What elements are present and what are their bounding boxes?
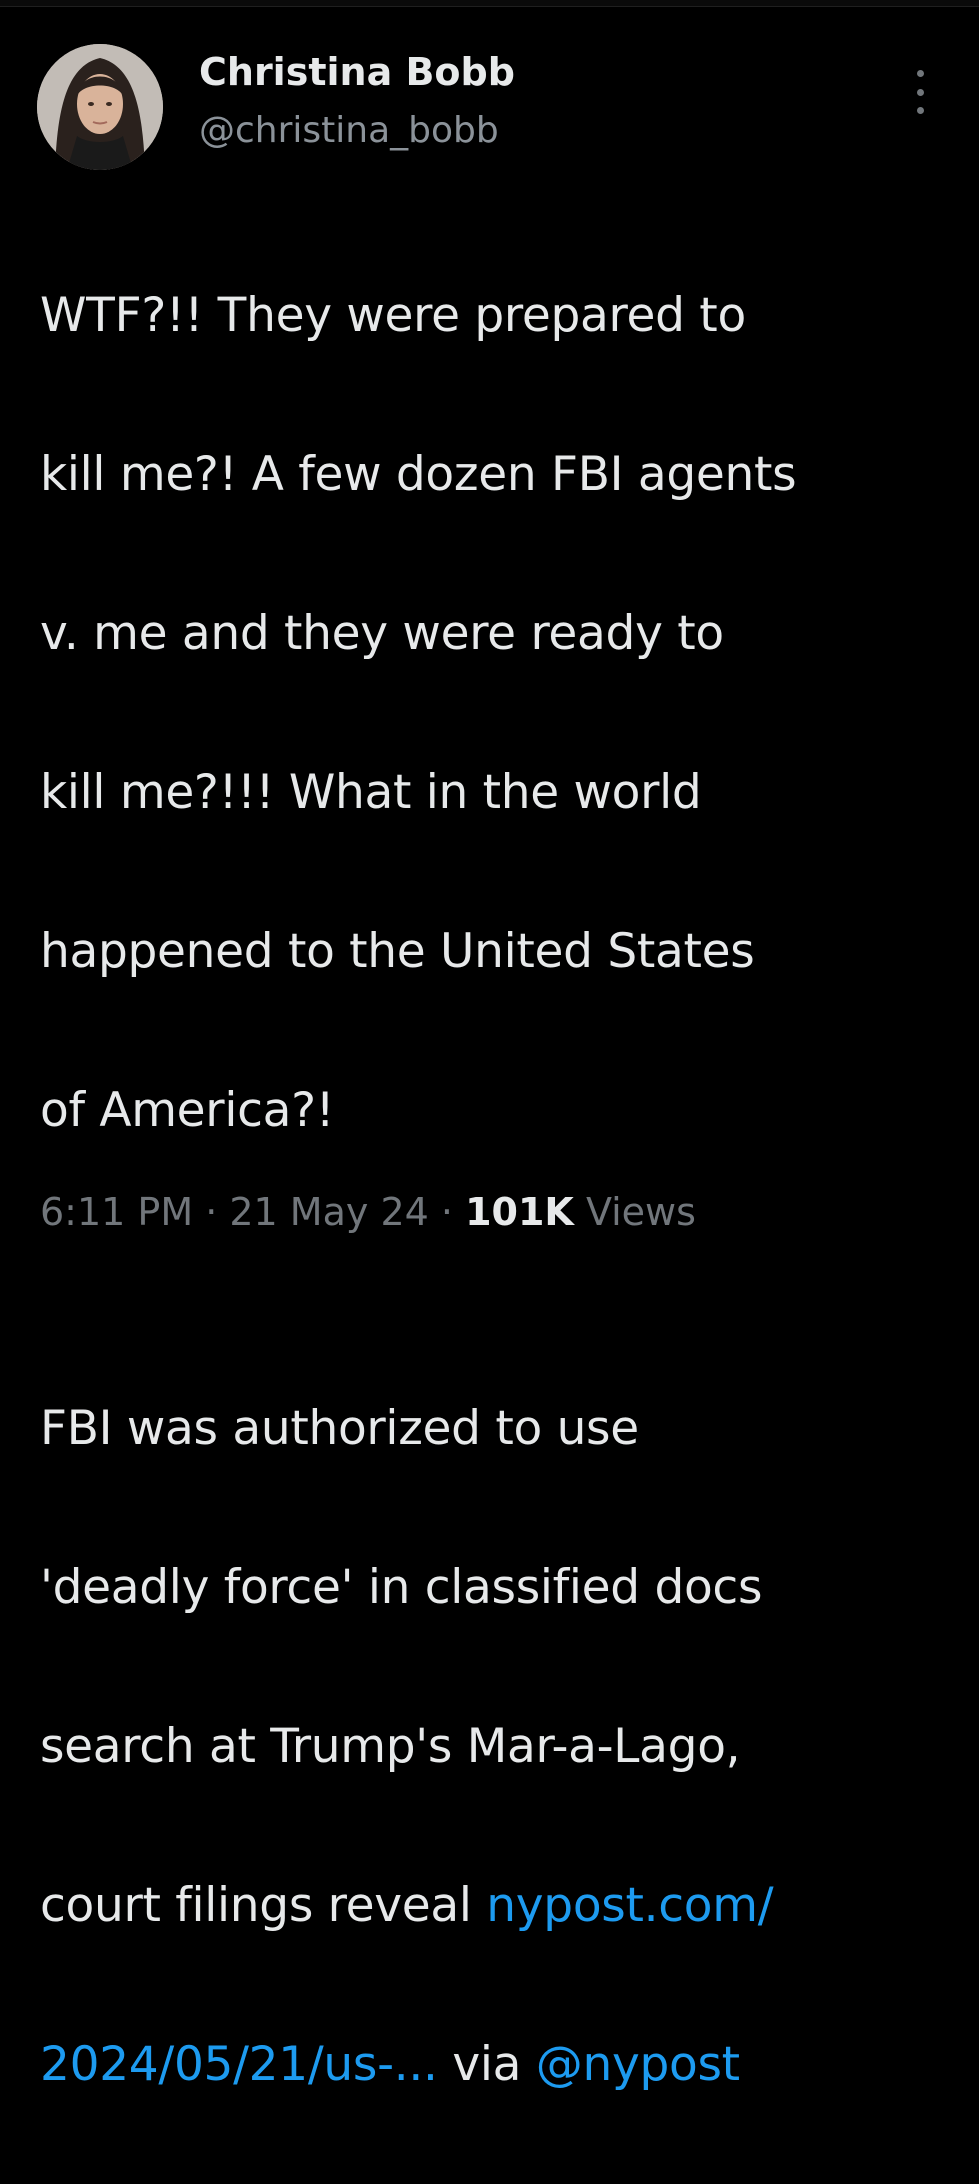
user-handle[interactable]: @christina_bobb [199, 108, 515, 154]
tweet-line: of America?! [40, 1082, 335, 1138]
display-name[interactable]: Christina Bobb [199, 48, 515, 96]
tweet-line: FBI was authorized to use [40, 1400, 639, 1456]
more-vertical-icon[interactable] [900, 70, 940, 114]
more-dot [916, 88, 924, 96]
article-link-continued[interactable]: 2024/05/21/us-... [40, 2037, 438, 2092]
tweet-line: 'deadly force' in classified docs [40, 1559, 763, 1615]
avatar[interactable] [37, 44, 163, 170]
views-count[interactable]: 101K [465, 1190, 574, 1234]
tweet-line-text: court filings reveal [40, 1877, 487, 1933]
tweet-line: happened to the United States [40, 923, 755, 979]
author-block: Christina Bobb @christina_bobb [199, 48, 515, 154]
tweet-line: WTF?!! They were prepared to [40, 287, 746, 343]
mention-link[interactable]: @nypost [536, 2037, 740, 2092]
paragraph-break [40, 1230, 960, 1310]
top-divider [0, 0, 979, 7]
tweet-line-with-link: 2024/05/21/us-... via @nypost [40, 2025, 960, 2105]
article-link[interactable]: nypost.com/ [486, 1878, 773, 1933]
tweet-meta: 6:11 PM · 21 May 24 · 101K Views [40, 1184, 696, 1240]
tweet-line: search at Trump's Mar-a-Lago, [40, 1718, 741, 1774]
via-text: via [437, 2036, 536, 2092]
tweet-time[interactable]: 6:11 PM [40, 1190, 193, 1234]
more-dot [916, 70, 924, 77]
tweet-line: kill me?! A few dozen FBI agents [40, 446, 797, 502]
tweet-date[interactable]: 21 May 24 [229, 1190, 428, 1234]
more-dot [916, 107, 924, 114]
tweet-card: Christina Bobb @christina_bobb WTF?!! Th… [0, 0, 979, 2092]
tweet-line: kill me?!!! What in the world [40, 764, 702, 820]
views-label: Views [585, 1190, 696, 1234]
tweet-line: v. me and they were ready to [40, 605, 724, 661]
tweet-line-with-link: court filings reveal nypost.com/ [40, 1866, 960, 1946]
avatar-photo [37, 44, 163, 170]
meta-separator: · [428, 1190, 466, 1234]
meta-separator: · [193, 1190, 230, 1234]
